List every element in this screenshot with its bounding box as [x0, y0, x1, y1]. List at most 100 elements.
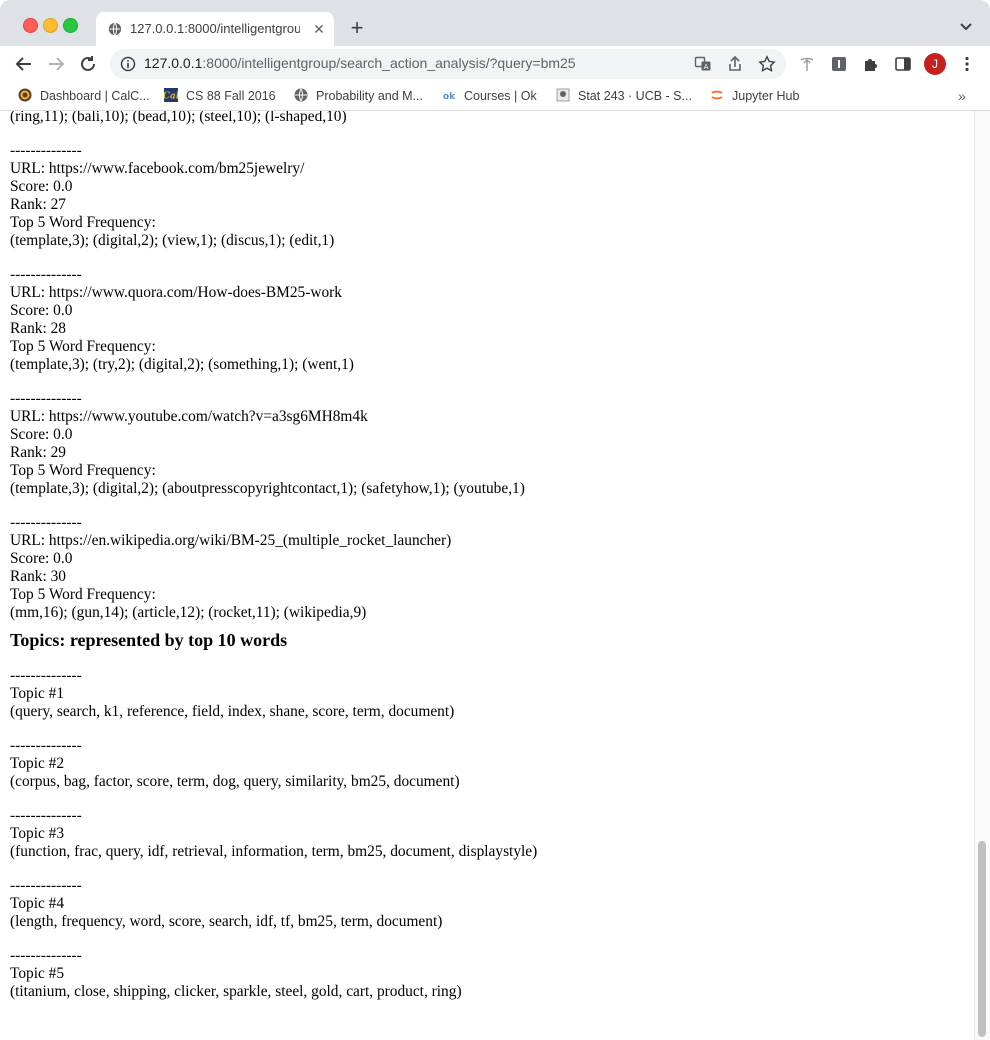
- result-score: Score: 0.0: [10, 550, 73, 567]
- word-frequency-label: Top 5 Word Frequency:: [10, 214, 156, 231]
- result-rank: Rank: 29: [10, 444, 67, 461]
- bookmarks-overflow-icon[interactable]: »: [958, 88, 974, 104]
- vertical-scrollbar[interactable]: [974, 111, 990, 1040]
- bookmark-label: Probability and M...: [316, 89, 423, 103]
- separator: --------------: [10, 947, 82, 964]
- new-tab-icon[interactable]: +: [346, 17, 368, 39]
- topic-block: -------------- Topic #2 (corpus, bag, fa…: [10, 737, 970, 791]
- bookmark-label: Stat 243 · UCB - S...: [578, 89, 692, 103]
- reload-icon[interactable]: [78, 54, 98, 74]
- url-host: 127.0.0.1: [144, 55, 203, 71]
- result-url: URL: https://www.facebook.com/bm25jewelr…: [10, 160, 305, 177]
- word-frequency-text: (mm,16); (gun,14); (article,12); (rocket…: [10, 604, 367, 621]
- page-content: (ring,11); (bali,10); (bead,10); (steel,…: [10, 111, 970, 1001]
- result-url: URL: https://www.quora.com/How-does-BM25…: [10, 284, 343, 301]
- bookmark-courses-ok[interactable]: ok Courses | Ok: [442, 86, 537, 106]
- globe-icon: [108, 22, 122, 36]
- address-bar[interactable]: 127.0.0.1:8000/intelligentgroup/search_a…: [110, 49, 786, 79]
- word-frequency-text: (template,3); (digital,2); (view,1); (di…: [10, 232, 335, 249]
- topic-words: (function, frac, query, idf, retrieval, …: [10, 843, 538, 860]
- bookmark-label: Jupyter Hub: [732, 89, 800, 103]
- svg-text:ok: ok: [443, 92, 456, 102]
- scrollbar-thumb[interactable]: [978, 841, 986, 1037]
- topic-label: Topic #4: [10, 895, 65, 912]
- result-block: -------------- URL: https://en.wikipedia…: [10, 514, 970, 622]
- topic-block: -------------- Topic #3 (function, frac,…: [10, 807, 970, 861]
- topic-block: -------------- Topic #4 (length, frequen…: [10, 877, 970, 931]
- word-frequency-label: Top 5 Word Frequency:: [10, 586, 156, 603]
- result-rank: Rank: 27: [10, 196, 67, 213]
- separator: --------------: [10, 514, 82, 531]
- result-rank: Rank: 30: [10, 568, 67, 585]
- stat-icon: [556, 88, 570, 102]
- result-score: Score: 0.0: [10, 178, 73, 195]
- topic-block: -------------- Topic #1 (query, search, …: [10, 667, 970, 721]
- separator: --------------: [10, 807, 82, 824]
- topic-label: Topic #1: [10, 685, 65, 702]
- maximize-window-button[interactable]: [63, 18, 78, 33]
- result-url: URL: https://en.wikipedia.org/wiki/BM-25…: [10, 532, 452, 549]
- topic-words: (query, search, k1, reference, field, in…: [10, 703, 455, 720]
- back-arrow-icon[interactable]: [14, 54, 34, 74]
- url-text[interactable]: 127.0.0.1:8000/intelligentgroup/search_a…: [144, 55, 576, 73]
- topic-label: Topic #2: [10, 755, 65, 772]
- result-block: -------------- URL: https://www.youtube.…: [10, 390, 970, 498]
- topic-block: -------------- Topic #5 (titanium, close…: [10, 947, 970, 1001]
- topic-words: (length, frequency, word, score, search,…: [10, 913, 443, 930]
- jupyter-icon: [711, 90, 723, 100]
- forward-arrow-icon[interactable]: [46, 54, 66, 74]
- result-block: -------------- URL: https://www.quora.co…: [10, 266, 970, 374]
- close-tab-icon[interactable]: ✕: [310, 20, 328, 38]
- bookmark-cs88[interactable]: Cal CS 88 Fall 2016: [164, 86, 276, 106]
- browser-tab[interactable]: 127.0.0.1:8000/intelligentgroup ✕: [96, 12, 334, 46]
- profile-avatar[interactable]: J: [924, 53, 946, 75]
- bookmark-probability[interactable]: Probability and M...: [294, 86, 423, 106]
- share-icon[interactable]: [726, 55, 744, 73]
- bookmark-label: CS 88 Fall 2016: [186, 89, 276, 103]
- separator: --------------: [10, 737, 82, 754]
- tab-title: 127.0.0.1:8000/intelligentgroup: [130, 21, 300, 36]
- bookmark-calcentral[interactable]: Dashboard | CalC...: [18, 86, 150, 106]
- bookmarks-bar: Dashboard | CalC... Cal CS 88 Fall 2016 …: [0, 82, 990, 111]
- result-rank: Rank: 28: [10, 320, 67, 337]
- bookmark-stat243[interactable]: Stat 243 · UCB - S...: [556, 86, 692, 106]
- separator: --------------: [10, 142, 82, 159]
- puzzle-icon[interactable]: [862, 55, 880, 73]
- topic-label: Topic #3: [10, 825, 65, 842]
- separator: --------------: [10, 877, 82, 894]
- bookmark-jupyter[interactable]: Jupyter Hub: [710, 86, 799, 106]
- more-menu-icon[interactable]: [958, 55, 976, 73]
- translate-icon[interactable]: A: [694, 55, 712, 73]
- separator: --------------: [10, 266, 82, 283]
- instapaper-extension-icon[interactable]: [830, 55, 848, 73]
- info-icon[interactable]: [120, 56, 136, 72]
- cal-icon: Cal: [164, 88, 178, 102]
- side-panel-icon[interactable]: [894, 55, 912, 73]
- separator: --------------: [10, 667, 82, 684]
- topics-heading: Topics: represented by top 10 words: [10, 630, 288, 650]
- svg-text:Cal: Cal: [164, 92, 178, 102]
- topic-words: (titanium, close, shipping, clicker, spa…: [10, 983, 462, 1000]
- globe-icon: [294, 88, 308, 102]
- result-score: Score: 0.0: [10, 302, 73, 319]
- word-frequency-text: (template,3); (digital,2); (aboutpressco…: [10, 480, 525, 497]
- minimize-window-button[interactable]: [43, 18, 58, 33]
- result-url: URL: https://www.youtube.com/watch?v=a3s…: [10, 408, 368, 425]
- tab-strip: 127.0.0.1:8000/intelligentgroup ✕ +: [0, 0, 990, 46]
- page-viewport: (ring,11); (bali,10); (bead,10); (steel,…: [0, 111, 990, 1040]
- browser-toolbar: 127.0.0.1:8000/intelligentgroup/search_a…: [0, 46, 990, 82]
- bookmark-star-icon[interactable]: [758, 55, 776, 73]
- extension-icon[interactable]: [798, 55, 816, 73]
- calcentral-icon: [18, 88, 32, 102]
- close-window-button[interactable]: [23, 18, 38, 33]
- chevron-down-icon[interactable]: [956, 17, 976, 37]
- word-frequency-text: (template,3); (try,2); (digital,2); (som…: [10, 356, 354, 373]
- bookmark-label: Dashboard | CalC...: [40, 89, 150, 103]
- svg-text:A: A: [704, 63, 709, 71]
- word-frequency-text: (ring,11); (bali,10); (bead,10); (steel,…: [10, 111, 347, 125]
- bookmark-label: Courses | Ok: [464, 89, 537, 103]
- browser-window: 127.0.0.1:8000/intelligentgroup ✕ + 127.…: [0, 0, 990, 1040]
- topic-label: Topic #5: [10, 965, 65, 982]
- topic-words: (corpus, bag, factor, score, term, dog, …: [10, 773, 460, 790]
- ok-icon: ok: [443, 92, 456, 102]
